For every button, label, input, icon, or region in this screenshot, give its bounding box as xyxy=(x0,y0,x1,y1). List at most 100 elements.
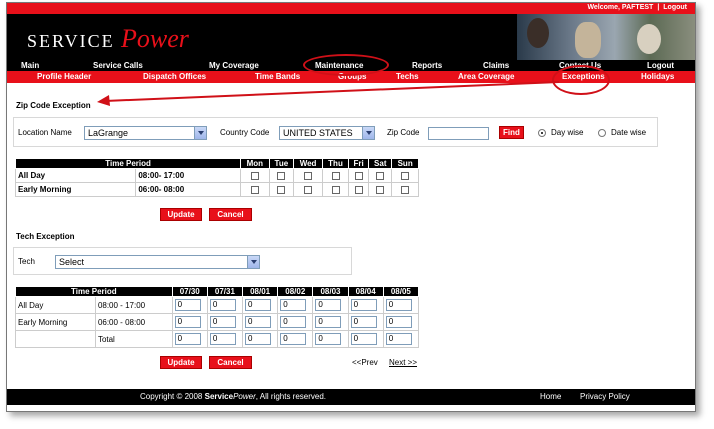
count-input[interactable]: 0 xyxy=(209,299,236,311)
nav-service-calls[interactable]: Service Calls xyxy=(93,60,143,71)
cell: 0 xyxy=(171,313,208,331)
nav-logout[interactable]: Logout xyxy=(647,60,674,71)
table-row: All Day 08:00- 17:00 xyxy=(14,168,419,183)
day-checkbox[interactable] xyxy=(354,185,363,194)
footer-privacy-link[interactable]: Privacy Policy xyxy=(580,389,630,405)
day-update-button[interactable]: Update xyxy=(160,208,202,221)
footer-brand-power: Power xyxy=(233,392,256,401)
cell: 0 xyxy=(277,330,314,348)
day-checkbox[interactable] xyxy=(376,171,385,180)
cell: 0 xyxy=(277,296,314,314)
tech-select[interactable]: Select xyxy=(55,255,260,269)
tech-select-value: Select xyxy=(59,257,85,267)
day-checkbox[interactable] xyxy=(331,171,340,180)
subnav-profile-header[interactable]: Profile Header xyxy=(37,71,91,83)
cell xyxy=(240,182,270,197)
nav-my-coverage[interactable]: My Coverage xyxy=(209,60,259,71)
day-checkbox[interactable] xyxy=(304,185,313,194)
table-row: Total 0 0 0 0 0 0 0 xyxy=(15,330,420,348)
radio-daywise[interactable] xyxy=(538,129,546,137)
row-time: 06:00- 08:00 xyxy=(135,182,242,197)
subnav-holidays[interactable]: Holidays xyxy=(641,71,674,83)
total-input[interactable]: 0 xyxy=(350,333,377,345)
day-checkbox[interactable] xyxy=(331,185,340,194)
total-input[interactable]: 0 xyxy=(315,333,342,345)
count-input[interactable]: 0 xyxy=(280,299,307,311)
footer-home-link[interactable]: Home xyxy=(540,389,561,405)
country-code-select[interactable]: UNITED STATES xyxy=(279,126,375,140)
cell xyxy=(268,182,295,197)
header-date: 07/30 xyxy=(171,286,208,297)
zip-code-input[interactable] xyxy=(428,127,489,140)
prev-link[interactable]: <<Prev xyxy=(352,358,378,367)
nav-maintenance[interactable]: Maintenance xyxy=(315,60,363,71)
total-input[interactable]: 0 xyxy=(174,333,201,345)
count-input[interactable]: 0 xyxy=(315,316,342,328)
date-cancel-button[interactable]: Cancel xyxy=(209,356,252,369)
day-checkbox[interactable] xyxy=(401,185,410,194)
app-window: Welcome, PAFTEST | Logout SERVICE Power Ma… xyxy=(6,2,696,412)
day-checkbox[interactable] xyxy=(250,171,259,180)
table-row: All Day 08:00 - 17:00 0 0 0 0 0 0 0 xyxy=(15,296,420,314)
top-logout-link[interactable]: Logout xyxy=(661,4,689,11)
day-cancel-button[interactable]: Cancel xyxy=(209,208,252,221)
nav-main[interactable]: Main xyxy=(21,60,39,71)
cell: 0 xyxy=(312,296,349,314)
count-input[interactable]: 0 xyxy=(245,316,272,328)
total-input[interactable]: 0 xyxy=(245,333,272,345)
find-button[interactable]: Find xyxy=(499,126,524,139)
chevron-down-icon[interactable] xyxy=(194,127,206,139)
chevron-down-icon[interactable] xyxy=(247,256,259,268)
cell: 0 xyxy=(382,296,420,314)
count-input[interactable]: 0 xyxy=(385,316,412,328)
count-input[interactable]: 0 xyxy=(245,299,272,311)
nav-claims[interactable]: Claims xyxy=(483,60,509,71)
country-code-label: Country Code xyxy=(220,128,270,137)
tech-label: Tech xyxy=(18,257,35,266)
nav-contact-us[interactable]: Contact Us xyxy=(559,60,601,71)
cell: 0 xyxy=(382,313,420,331)
subnav-exceptions[interactable]: Exceptions xyxy=(562,71,605,83)
count-input[interactable]: 0 xyxy=(385,299,412,311)
count-input[interactable]: 0 xyxy=(174,299,201,311)
annotation-arrow xyxy=(97,81,560,106)
row-name: All Day xyxy=(14,168,137,183)
cell: 0 xyxy=(206,313,244,331)
count-input[interactable]: 0 xyxy=(350,316,377,328)
cell xyxy=(348,168,370,183)
day-checkbox[interactable] xyxy=(277,185,286,194)
nav-reports[interactable]: Reports xyxy=(412,60,442,71)
day-checkbox[interactable] xyxy=(354,171,363,180)
cell xyxy=(321,182,350,197)
date-update-button[interactable]: Update xyxy=(160,356,202,369)
header-banner: SERVICE Power xyxy=(7,14,695,60)
cell: 0 xyxy=(312,313,349,331)
count-input[interactable]: 0 xyxy=(315,299,342,311)
tech-exception-title: Tech Exception xyxy=(16,232,75,241)
country-code-value: UNITED STATES xyxy=(283,128,353,138)
copyright-prefix: Copyright © 2008 xyxy=(140,392,203,401)
cell: 0 xyxy=(206,330,244,348)
next-link-text[interactable]: Next >> xyxy=(389,358,417,367)
next-link[interactable]: Next >> xyxy=(389,358,417,367)
header-date: 07/31 xyxy=(206,286,244,297)
location-name-select[interactable]: LaGrange xyxy=(84,126,207,140)
welcome-text: Welcome, PAFTEST xyxy=(587,4,654,11)
total-input[interactable]: 0 xyxy=(209,333,236,345)
day-checkbox[interactable] xyxy=(401,171,410,180)
total-input[interactable]: 0 xyxy=(280,333,307,345)
count-input[interactable]: 0 xyxy=(174,316,201,328)
header-date: 08/04 xyxy=(347,286,384,297)
total-input[interactable]: 0 xyxy=(385,333,412,345)
chevron-down-icon[interactable] xyxy=(362,127,374,139)
day-checkbox[interactable] xyxy=(304,171,313,180)
count-input[interactable]: 0 xyxy=(350,299,377,311)
count-input[interactable]: 0 xyxy=(209,316,236,328)
day-checkbox[interactable] xyxy=(376,185,385,194)
day-checkbox[interactable] xyxy=(250,185,259,194)
day-checkbox[interactable] xyxy=(277,171,286,180)
radio-datewise-label: Date wise xyxy=(611,128,647,137)
count-input[interactable]: 0 xyxy=(280,316,307,328)
radio-datewise[interactable] xyxy=(598,129,606,137)
cell: 0 xyxy=(347,313,384,331)
